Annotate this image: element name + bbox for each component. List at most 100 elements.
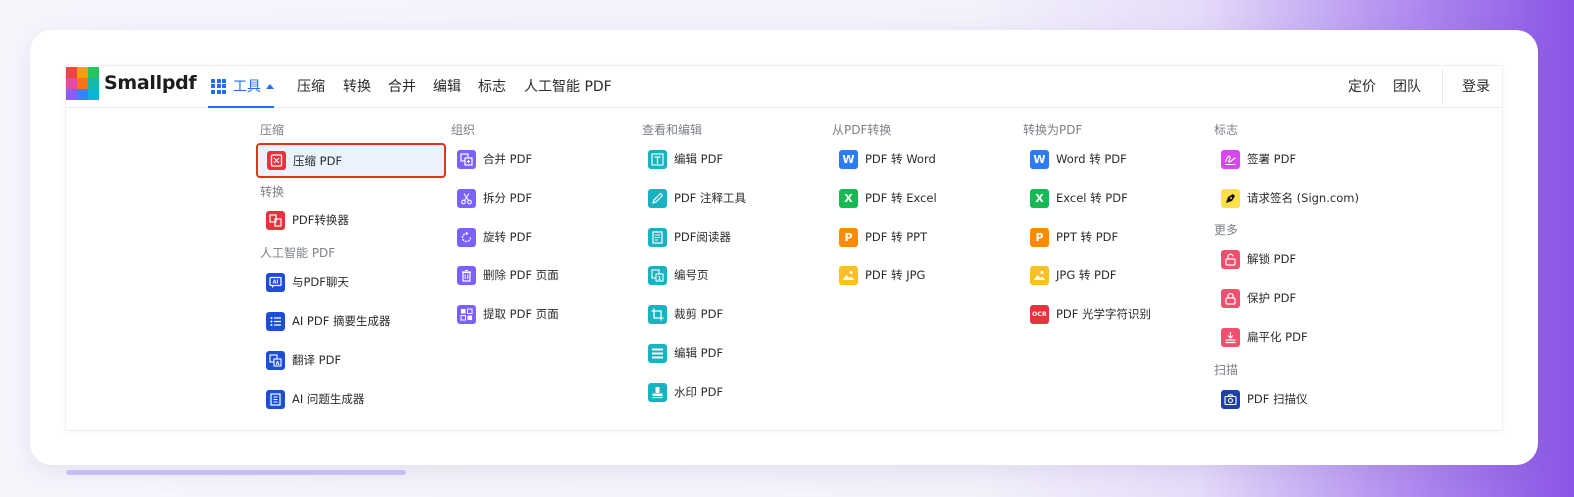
tool-page-numbers[interactable]: 1 编号页	[648, 260, 709, 290]
tool-label: 删除 PDF 页面	[483, 268, 559, 282]
image-icon	[839, 265, 858, 285]
section-header-organize: 组织	[451, 123, 476, 137]
nav-item-compress[interactable]: 压缩	[297, 76, 325, 96]
tool-label: PDF 注释工具	[674, 191, 747, 205]
crop-icon	[648, 304, 667, 324]
tool-pdf-to-excel[interactable]: X PDF 转 Excel	[839, 183, 937, 213]
flatten-icon	[1221, 327, 1240, 347]
tool-label: PPT 转 PDF	[1056, 230, 1119, 244]
smallpdf-logo-icon[interactable]	[66, 67, 99, 100]
tool-extract-pages[interactable]: 提取 PDF 页面	[457, 299, 559, 329]
tool-label: AI 问题生成器	[292, 392, 365, 406]
nav-item-sign[interactable]: 标志	[478, 76, 506, 96]
trash-icon	[457, 265, 476, 285]
tool-ai-summary[interactable]: AI PDF 摘要生成器	[266, 306, 390, 336]
reader-icon	[648, 227, 667, 247]
camera-icon	[1221, 389, 1240, 409]
unlock-icon	[1221, 249, 1240, 269]
brand-name[interactable]: Smallpdf	[104, 72, 197, 94]
tool-pdf-converter[interactable]: PDF转换器	[266, 205, 349, 235]
ai-chat-icon: AI	[266, 272, 285, 292]
question-icon	[266, 389, 285, 409]
tool-label: 编号页	[674, 268, 709, 282]
edit-layout-icon	[648, 343, 667, 363]
tool-pdf-reader[interactable]: PDF阅读器	[648, 222, 731, 252]
section-header-convert: 转换	[260, 185, 285, 199]
tool-label: 解锁 PDF	[1247, 252, 1297, 266]
tool-pdf-scanner[interactable]: PDF 扫描仪	[1221, 384, 1308, 414]
tool-annotate-pdf[interactable]: PDF 注释工具	[648, 183, 746, 213]
nav-item-pricing[interactable]: 定价	[1348, 76, 1376, 96]
tool-label: 扁平化 PDF	[1247, 330, 1308, 344]
tool-jpg-to-pdf[interactable]: JPG 转 PDF	[1030, 260, 1116, 290]
pen-nib-icon	[1221, 188, 1240, 208]
tool-pdf-to-word[interactable]: W PDF 转 Word	[839, 144, 936, 174]
tool-flatten-pdf[interactable]: 扁平化 PDF	[1221, 322, 1308, 352]
summary-icon	[266, 311, 285, 331]
tool-label: 拆分 PDF	[483, 191, 533, 205]
tool-rotate-pdf[interactable]: 旋转 PDF	[457, 222, 532, 252]
tool-protect-pdf[interactable]: 保护 PDF	[1221, 283, 1296, 313]
section-header-ai: 人工智能 PDF	[260, 246, 336, 260]
tool-edit-pdf-layout[interactable]: 编辑 PDF	[648, 338, 723, 368]
section-header-compress: 压缩	[260, 123, 285, 137]
login-button[interactable]: 登录	[1462, 76, 1490, 96]
tool-pdf-ocr[interactable]: OCR PDF 光学字符识别	[1030, 299, 1151, 329]
pen-icon	[648, 188, 667, 208]
nav-tools-dropdown[interactable]: 工具	[208, 66, 274, 108]
tool-label: 请求签名 (Sign.com)	[1247, 191, 1359, 205]
translate-icon: A	[266, 350, 285, 370]
svg-text:AI: AI	[273, 279, 279, 285]
tool-edit-pdf[interactable]: 编辑 PDF	[648, 144, 723, 174]
signature-icon	[1221, 149, 1240, 169]
compress-icon	[267, 151, 286, 170]
horizontal-scrollbar[interactable]	[66, 470, 406, 475]
nav-tools-label: 工具	[233, 79, 261, 95]
tool-chat-with-pdf[interactable]: AI 与PDF聊天	[266, 267, 349, 297]
tool-label: PDF 转 Excel	[865, 191, 937, 205]
tool-label: 编辑 PDF	[674, 152, 724, 166]
tool-label: 裁剪 PDF	[674, 307, 724, 321]
nav-item-team[interactable]: 团队	[1393, 76, 1421, 96]
nav-item-edit[interactable]: 编辑	[433, 76, 461, 96]
tool-label: PDF阅读器	[674, 230, 731, 244]
tool-split-pdf[interactable]: 拆分 PDF	[457, 183, 532, 213]
nav-item-convert[interactable]: 转换	[343, 76, 371, 96]
tool-delete-pages[interactable]: 删除 PDF 页面	[457, 260, 559, 290]
nav-item-ai-pdf[interactable]: 人工智能 PDF	[524, 76, 612, 96]
tool-pdf-to-jpg[interactable]: PDF 转 JPG	[839, 260, 925, 290]
word-icon: W	[1030, 149, 1049, 169]
tool-ppt-to-pdf[interactable]: P PPT 转 PDF	[1030, 222, 1118, 252]
tool-label: 翻译 PDF	[292, 353, 342, 367]
excel-icon: X	[839, 188, 858, 208]
tool-translate-pdf[interactable]: A 翻译 PDF	[266, 345, 341, 375]
number-icon: 1	[648, 265, 667, 285]
tool-label: 水印 PDF	[674, 385, 724, 399]
tool-sign-pdf[interactable]: 签署 PDF	[1221, 144, 1296, 174]
tool-ai-question-generator[interactable]: AI 问题生成器	[266, 384, 364, 414]
tool-label: PDF转换器	[292, 213, 349, 227]
tool-label: PDF 扫描仪	[1247, 392, 1308, 406]
ppt-icon: P	[839, 227, 858, 247]
svg-text:1: 1	[658, 275, 662, 281]
merge-icon	[457, 149, 476, 169]
tool-compress-pdf[interactable]: 压缩 PDF	[256, 143, 446, 178]
tool-label: 保护 PDF	[1247, 291, 1297, 305]
tool-label: AI PDF 摘要生成器	[292, 314, 391, 328]
tool-pdf-to-ppt[interactable]: P PDF 转 PPT	[839, 222, 927, 252]
tool-watermark-pdf[interactable]: 水印 PDF	[648, 377, 723, 407]
tool-merge-pdf[interactable]: 合并 PDF	[457, 144, 532, 174]
nav-item-merge[interactable]: 合并	[388, 76, 416, 96]
watermark-icon	[648, 382, 667, 402]
tool-word-to-pdf[interactable]: W Word 转 PDF	[1030, 144, 1127, 174]
tool-label: JPG 转 PDF	[1056, 268, 1117, 282]
tool-label: 提取 PDF 页面	[483, 307, 559, 321]
tool-label: 合并 PDF	[483, 152, 533, 166]
tool-request-signature[interactable]: 请求签名 (Sign.com)	[1221, 183, 1359, 213]
section-header-scan: 扫描	[1214, 363, 1239, 377]
tool-label: PDF 光学字符识别	[1056, 307, 1152, 321]
tool-crop-pdf[interactable]: 裁剪 PDF	[648, 299, 723, 329]
tool-excel-to-pdf[interactable]: X Excel 转 PDF	[1030, 183, 1128, 213]
tool-unlock-pdf[interactable]: 解锁 PDF	[1221, 244, 1296, 274]
section-header-view-edit: 查看和编辑	[642, 123, 703, 137]
